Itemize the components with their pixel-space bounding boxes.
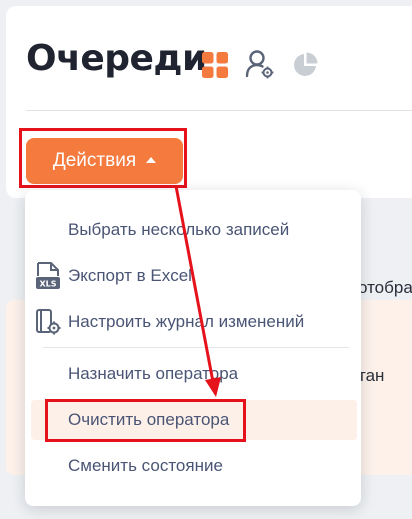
menu-item-label: Настроить журнал изменений [68, 312, 305, 331]
menu-divider [43, 347, 349, 348]
actions-button-annotation [19, 128, 187, 188]
header-divider [26, 110, 412, 111]
menu-item-select-multiple[interactable]: Выбрать несколько записей [25, 210, 361, 250]
menu-item-annotation [45, 399, 246, 442]
menu-item-label: Выбрать несколько записей [68, 220, 290, 239]
pie-chart-icon[interactable] [292, 52, 318, 78]
user-gear-icon[interactable] [244, 48, 276, 80]
menu-item-assign-operator[interactable]: Назначить оператора [25, 354, 361, 394]
menu-item-label: Сменить состояние [68, 456, 223, 475]
journal-gear-icon [36, 309, 61, 335]
background-text: тан [358, 366, 385, 385]
menu-item-configure-changelog[interactable]: Настроить журнал изменений [25, 302, 361, 342]
page-title: Очереди [26, 38, 207, 79]
grid-icon[interactable] [202, 52, 228, 78]
menu-item-label: Назначить оператора [68, 364, 239, 383]
svg-text:XLS: XLS [39, 280, 56, 289]
actions-dropdown-menu: Выбрать несколько записей XLS Экспорт в … [25, 190, 361, 506]
background-text: отобрах [358, 278, 412, 297]
menu-item-change-state[interactable]: Сменить состояние [25, 446, 361, 486]
menu-item-label: Экспорт в Excel [68, 266, 192, 285]
menu-item-export-excel[interactable]: XLS Экспорт в Excel [25, 256, 361, 296]
xls-file-icon: XLS [36, 262, 60, 289]
